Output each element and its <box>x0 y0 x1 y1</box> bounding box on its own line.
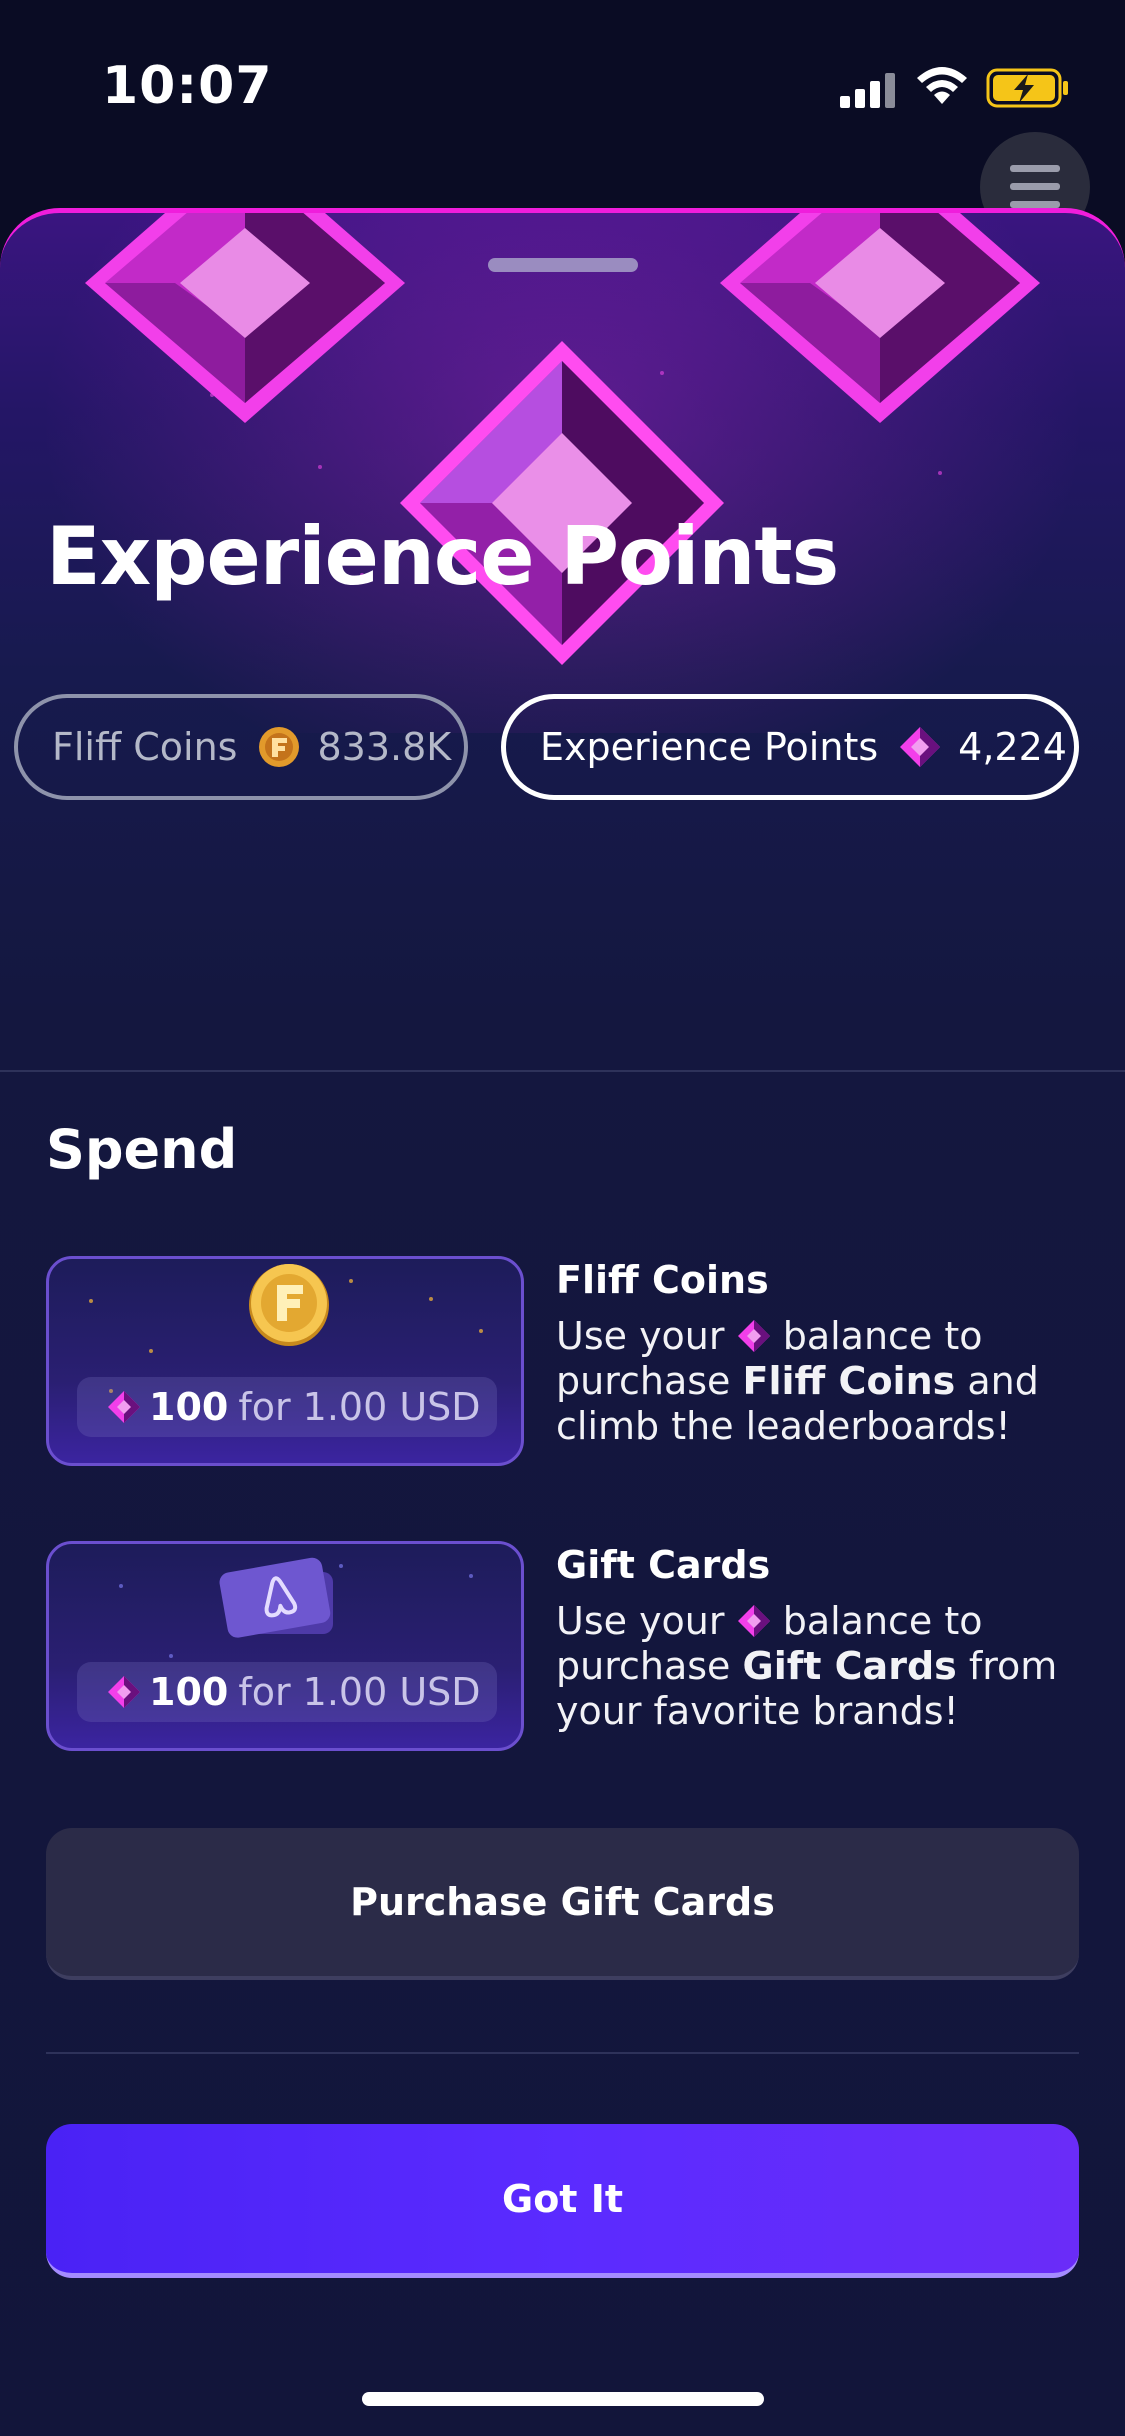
price-label: for 1.00 USD <box>238 1385 481 1429</box>
fliff-coins-label: Fliff Coins <box>52 725 238 769</box>
page-title: Experience Points <box>46 510 839 603</box>
divider <box>0 1070 1125 1072</box>
cellular-signal-icon <box>840 73 895 108</box>
gift-cards-description: Gift Cards Use your balance to purchase … <box>556 1543 1096 1734</box>
fliff-coins-spend-card[interactable]: 100 for 1.00 USD <box>46 1256 524 1466</box>
gem-icon <box>108 1391 140 1423</box>
price-tag: 100 for 1.00 USD <box>77 1662 497 1722</box>
price-label: for 1.00 USD <box>238 1670 481 1714</box>
gem-icon <box>900 727 941 767</box>
item-title: Gift Cards <box>556 1543 771 1587</box>
fliff-coins-balance-tab[interactable]: Fliff Coins 833.8K <box>14 694 468 800</box>
xp-amount: 100 <box>149 1385 229 1429</box>
got-it-button[interactable]: Got It <box>46 2124 1079 2278</box>
gem-hero-icon <box>400 341 724 665</box>
experience-points-balance-tab[interactable]: Experience Points 4,224 <box>501 694 1079 800</box>
fliff-coin-icon <box>249 1264 329 1346</box>
status-time: 10:07 <box>102 56 273 116</box>
item-text: Use your balance to purchase Gift Cards … <box>556 1599 1058 1733</box>
experience-points-label: Experience Points <box>540 725 879 769</box>
spend-heading: Spend <box>46 1118 238 1181</box>
status-bar: 10:07 <box>0 0 1125 180</box>
fliff-coin-icon <box>259 727 300 767</box>
item-title: Fliff Coins <box>556 1258 769 1302</box>
home-indicator[interactable] <box>362 2392 764 2406</box>
gem-icon <box>108 1676 140 1708</box>
battery-charging-icon <box>986 68 1068 108</box>
gem-icon <box>737 1605 770 1637</box>
item-text: Use your balance to purchase Fliff Coins… <box>556 1314 1039 1448</box>
purchase-gift-cards-button[interactable]: Purchase Gift Cards <box>46 1828 1079 1980</box>
divider <box>46 2052 1079 2054</box>
experience-points-value: 4,224 <box>958 725 1067 769</box>
fliff-coins-description: Fliff Coins Use your balance to purchase… <box>556 1258 1096 1449</box>
gift-card-icon <box>219 1557 333 1638</box>
gem-icon <box>737 1320 770 1352</box>
gift-cards-spend-card[interactable]: 100 for 1.00 USD <box>46 1541 524 1751</box>
price-tag: 100 for 1.00 USD <box>77 1377 497 1437</box>
menu-icon <box>1010 165 1060 172</box>
drag-handle[interactable] <box>488 258 638 272</box>
gem-icon <box>85 213 405 423</box>
xp-amount: 100 <box>149 1670 229 1714</box>
gem-icon <box>720 213 1040 423</box>
fliff-coins-value: 833.8K <box>317 725 452 769</box>
wifi-icon <box>917 67 967 104</box>
